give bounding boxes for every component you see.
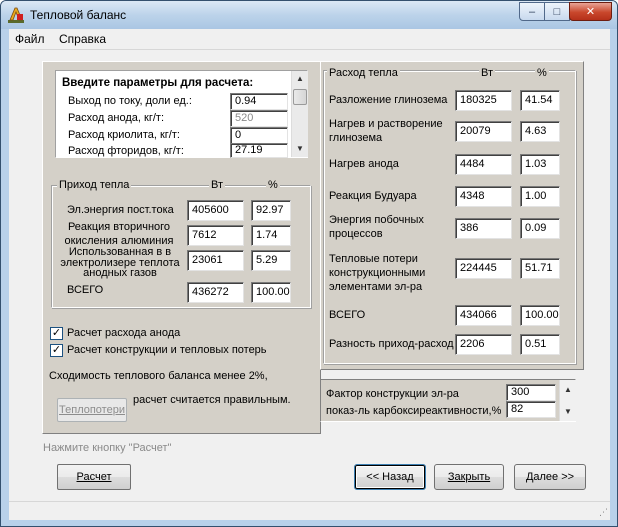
expense-col-pct: %: [535, 67, 549, 79]
factor-carboxy-input[interactable]: 82: [506, 401, 556, 418]
expense-side-processes-w: 386: [455, 218, 512, 239]
expense-label-alumina-decomp: Разложение глинозема: [329, 94, 448, 106]
current-yield-input[interactable]: 0.94: [230, 93, 288, 110]
close-icon: ✕: [585, 6, 596, 18]
income-oxidation-w: 7612: [187, 225, 244, 246]
menu-help[interactable]: Справка: [59, 32, 106, 46]
param-label-anode: Расход анода, кг/т:: [68, 112, 165, 124]
title-bar[interactable]: Тепловой баланс – □ ✕: [1, 1, 617, 29]
convergence-note-1: Сходимость теплового баланса менее 2%,: [49, 370, 268, 382]
expense-label-side-processes: Энергия побочных процессов: [329, 214, 424, 240]
param-label-cryolite: Расход криолита, кг/т:: [68, 129, 180, 141]
resize-grip-icon[interactable]: ⋰: [599, 507, 608, 518]
main-window: Тепловой баланс – □ ✕ Файл Справка Введи…: [0, 0, 618, 527]
calc-button-label: Расчет: [76, 471, 112, 483]
difference-w: 2206: [455, 334, 512, 355]
params-box: Введите параметры для расчета: Выход по …: [55, 70, 308, 158]
convergence-note-2: расчет считается правильным.: [133, 394, 291, 406]
expense-label-boudouard: Реакция Будуара: [329, 190, 417, 202]
expense-label-total: ВСЕГО: [329, 309, 366, 321]
expense-alumina-decomp-w: 180325: [455, 90, 512, 111]
expense-construction-loss-w: 224445: [455, 258, 512, 279]
anode-calc-label[interactable]: Расчет расхода анода: [67, 327, 180, 340]
anode-consumption-input: 520: [230, 110, 288, 127]
factors-scrollbar[interactable]: ▲ ▼: [559, 380, 576, 421]
factor-construction-input[interactable]: 300: [506, 384, 556, 401]
scroll-thumb[interactable]: [293, 89, 307, 105]
fluorides-input[interactable]: 27.19: [230, 143, 288, 158]
expense-label-alumina-heating: Нагрев и растворение глинозема: [329, 118, 443, 144]
expense-col-w: Вт: [479, 67, 496, 79]
income-total-w: 436272: [187, 282, 244, 303]
expense-alumina-heating-w: 20079: [455, 121, 512, 142]
expense-construction-loss-pct: 51.71: [520, 258, 560, 279]
expense-group-title: Расход тепла: [327, 67, 400, 79]
income-col-w: Вт: [209, 179, 226, 191]
income-anode-gas-pct: 5.29: [251, 250, 291, 271]
menu-file[interactable]: Файл: [15, 32, 45, 46]
maximize-icon: □: [553, 5, 561, 18]
anode-calc-checkbox[interactable]: ✓: [50, 327, 63, 340]
expense-label-construction-loss: Тепловые потери конструкционными элемент…: [329, 253, 426, 293]
expense-total-w: 434066: [455, 305, 512, 326]
income-label-anode-gas: Использованная в в электролизере теплота…: [60, 246, 180, 279]
expense-alumina-heating-pct: 4.63: [520, 121, 560, 142]
cryolite-input[interactable]: 0: [230, 127, 288, 144]
window-title: Тепловой баланс: [30, 8, 127, 22]
income-electricity-w: 405600: [187, 200, 244, 221]
menu-bar: Файл Справка: [9, 29, 610, 50]
scroll-up-icon[interactable]: ▲: [292, 71, 308, 87]
minimize-icon: –: [528, 5, 536, 18]
income-col-pct: %: [266, 179, 280, 191]
income-electricity-pct: 92.97: [251, 200, 291, 221]
app-logo-icon: [8, 7, 24, 23]
factor-construction-label: Фактор конструкции эл-ра: [326, 388, 459, 400]
client-area: Введите параметры для расчета: Выход по …: [9, 50, 610, 520]
factors-scroll-down-icon[interactable]: ▼: [560, 404, 576, 420]
back-button-label: << Назад: [366, 471, 414, 483]
difference-pct: 0.51: [520, 334, 560, 355]
construction-calc-label[interactable]: Расчет конструкции и тепловых потерь: [67, 344, 267, 357]
expense-label-anode-heating: Нагрев анода: [329, 158, 399, 170]
next-button[interactable]: Далее >>: [514, 464, 586, 490]
close-button[interactable]: Закрыть: [434, 464, 504, 490]
maximize-button[interactable]: □: [544, 2, 570, 21]
calc-button[interactable]: Расчет: [57, 464, 131, 490]
expense-boudouard-w: 4348: [455, 186, 512, 207]
income-label-total: ВСЕГО: [67, 284, 104, 296]
income-group-title: Приход тепла: [57, 179, 132, 191]
factor-carboxy-label: показ-ль карбоксиреактивности,%: [326, 405, 502, 417]
expense-side-processes-pct: 0.09: [520, 218, 560, 239]
income-label-oxidation: Реакция вторичного окисления алюминия: [64, 221, 174, 247]
next-button-label: Далее >>: [525, 471, 575, 483]
status-bar: ⋰: [9, 501, 610, 520]
expense-label-difference: Разность приход-расход: [329, 338, 454, 350]
expense-anode-heating-pct: 1.03: [520, 154, 560, 175]
param-label-fluorides: Расход фторидов, кг/т:: [68, 145, 184, 157]
close-window-button[interactable]: ✕: [569, 2, 612, 21]
params-header: Введите параметры для расчета:: [62, 77, 254, 89]
income-oxidation-pct: 1.74: [251, 225, 291, 246]
income-total-pct: 100.00: [251, 282, 291, 303]
heatloss-button[interactable]: Теплопотери: [57, 398, 127, 422]
construction-calc-checkbox[interactable]: ✓: [50, 344, 63, 357]
income-label-electricity: Эл.энергия пост.тока: [67, 204, 174, 216]
params-scrollbar[interactable]: ▲ ▼: [291, 71, 308, 157]
minimize-button[interactable]: –: [519, 2, 545, 21]
income-anode-gas-w: 23061: [187, 250, 244, 271]
heatloss-button-label: Теплопотери: [59, 404, 125, 416]
calc-hint: Нажмите кнопку "Расчет": [43, 442, 172, 454]
expense-alumina-decomp-pct: 41.54: [520, 90, 560, 111]
factors-scroll-up-icon[interactable]: ▲: [560, 382, 576, 398]
scroll-down-icon[interactable]: ▼: [292, 141, 308, 157]
param-label-current-yield: Выход по току, доли ед.:: [68, 95, 192, 107]
back-button[interactable]: << Назад: [354, 464, 426, 490]
expense-anode-heating-w: 4484: [455, 154, 512, 175]
close-button-label: Закрыть: [447, 471, 491, 483]
expense-total-pct: 100.00: [520, 305, 560, 326]
expense-boudouard-pct: 1.00: [520, 186, 560, 207]
